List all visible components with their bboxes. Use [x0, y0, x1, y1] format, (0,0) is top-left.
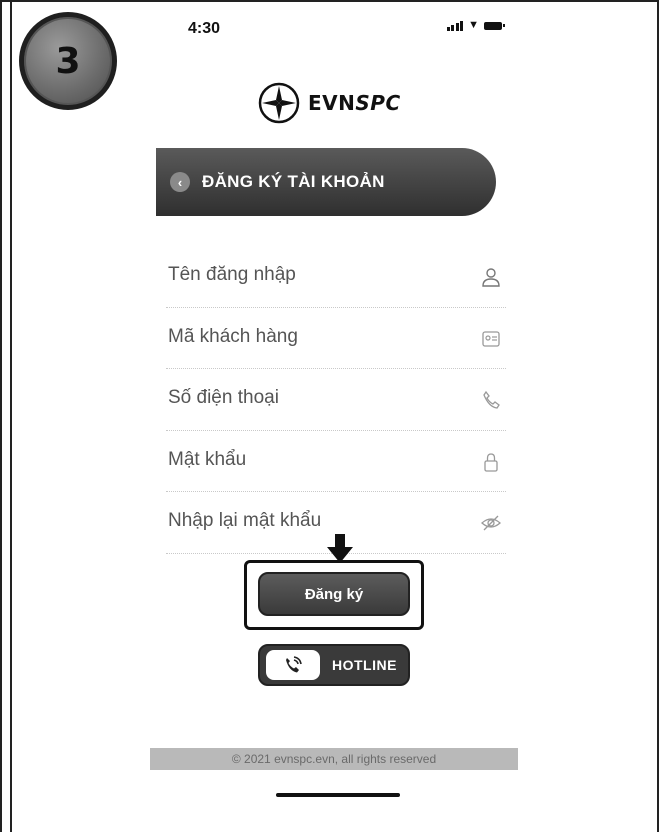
user-icon	[482, 268, 500, 287]
step-number: 3	[55, 40, 81, 82]
id-icon	[482, 330, 500, 347]
customer-code-field[interactable]: Mã khách hàng	[166, 308, 506, 369]
lock-icon	[484, 452, 498, 472]
phone-icon	[483, 390, 500, 409]
brand-name-prefix: EVN	[308, 91, 356, 115]
wifi-icon: ▼	[468, 19, 479, 31]
page-header: ‹ ĐĂNG KÝ TÀI KHOẢN	[156, 148, 496, 216]
register-button[interactable]: Đăng ký	[258, 572, 410, 616]
status-icons: ▼	[446, 19, 505, 31]
brand-name: EVNSPC	[308, 91, 401, 115]
username-label: Tên đăng nhập	[168, 264, 296, 285]
hotline-phone-chip	[266, 650, 320, 680]
back-button[interactable]: ‹	[170, 172, 190, 192]
compass-logo-icon	[258, 82, 300, 124]
page-title: ĐĂNG KÝ TÀI KHOẢN	[202, 172, 385, 191]
frame-divider	[10, 2, 12, 832]
step-number-badge: 3	[19, 12, 117, 110]
home-indicator[interactable]	[276, 793, 400, 797]
password-field[interactable]: Mật khẩu	[166, 431, 506, 492]
eye-off-icon	[481, 515, 501, 531]
status-time: 4:30	[188, 20, 221, 37]
username-field[interactable]: Tên đăng nhập	[166, 246, 506, 308]
hotline-label: HOTLINE	[332, 657, 397, 673]
brand-name-suffix: SPC	[355, 91, 401, 115]
confirm-password-label: Nhập lại mật khẩu	[168, 510, 322, 531]
hotline-button[interactable]: HOTLINE	[258, 644, 410, 686]
password-label: Mật khẩu	[168, 448, 247, 470]
phone-screen: 4:30 ▼ EVNSPC ‹ ĐĂNG KÝ TÀI KHOẢN Tên đă…	[150, 6, 520, 826]
brand-logo: EVNSPC	[258, 82, 401, 124]
copyright-text: © 2021 evnspc.evn, all rights reserved	[150, 748, 518, 770]
chevron-left-icon: ‹	[177, 174, 183, 190]
battery-icon	[484, 21, 505, 30]
registration-form: Tên đăng nhập Mã khách hàng Số điện thoạ…	[166, 246, 506, 554]
phone-field[interactable]: Số điện thoại	[166, 369, 506, 431]
phone-call-icon	[286, 656, 302, 673]
customer-code-label: Mã khách hàng	[168, 325, 298, 347]
signal-icon	[446, 20, 464, 31]
phone-label: Số điện thoại	[168, 387, 279, 408]
